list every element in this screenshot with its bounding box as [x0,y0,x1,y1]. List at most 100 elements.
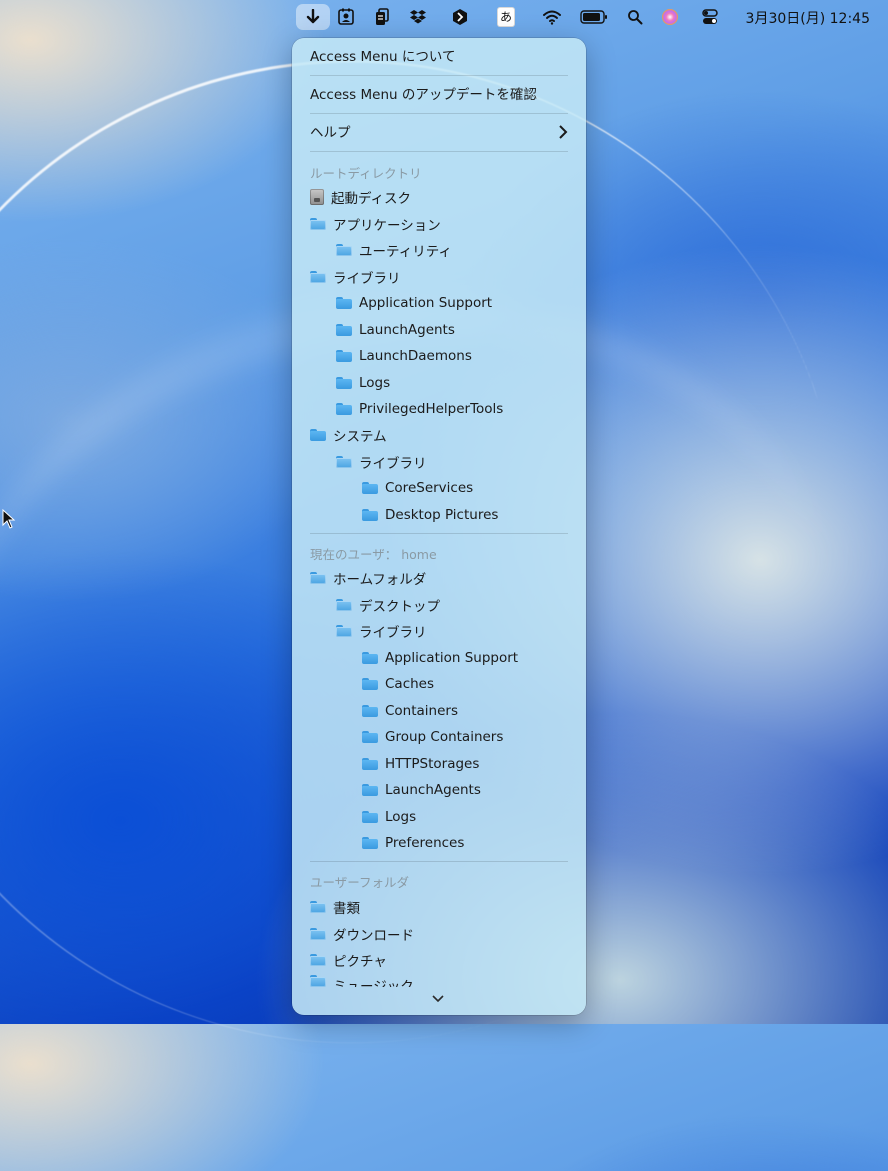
application-support-item[interactable]: Application Support [336,292,492,314]
utilities-item[interactable]: ユーティリティ [336,239,452,261]
downloads-item[interactable]: ダウンロード [310,923,414,945]
menu-separator [310,75,568,76]
launch-agents-item[interactable]: LaunchAgents [336,319,455,341]
preferences-item[interactable]: Preferences [362,832,464,854]
control-center-icon[interactable] [701,8,719,26]
wifi-icon[interactable] [541,8,563,26]
core-services-item[interactable]: CoreServices [362,477,473,499]
contacts-icon[interactable] [337,8,355,26]
library-folder-icon [310,271,326,283]
documents-item[interactable]: 書類 [310,896,360,918]
system-library-item[interactable]: ライブラリ [336,451,427,473]
current-user-header: 現在のユーザ： home [310,547,437,562]
root-directory-header: ルートディレクトリ [310,166,422,181]
folder-icon [336,377,352,389]
menu-item-label: Caches [385,676,435,692]
menu-item-label: ライブラリ [333,271,401,287]
user-application-support-item[interactable]: Application Support [362,647,518,669]
folder-icon [336,324,352,336]
menu-item-label: ライブラリ [359,456,427,472]
user-library-item[interactable]: ライブラリ [336,620,427,642]
menu-separator [310,533,568,534]
folder-icon [362,758,378,770]
download-arrow-icon[interactable] [296,4,330,30]
menu-item-label: LaunchAgents [359,322,455,338]
scroll-down-chevron-icon[interactable] [431,992,445,1007]
menu-item-label: LaunchAgents [385,782,481,798]
containers-item[interactable]: Containers [362,700,458,722]
siri-icon[interactable] [661,8,679,26]
menu-item-label: システム [333,429,387,445]
menu-item-label: LaunchDaemons [359,348,472,364]
user-launch-agents-item[interactable]: LaunchAgents [362,779,481,801]
hexagon-app-icon[interactable] [451,8,469,26]
folder-icon [362,509,378,521]
search-icon[interactable] [626,8,644,26]
menu-item-label: 起動ディスク [331,191,412,207]
menubar-clock[interactable]: 3月30日(月) 12:45 [746,8,870,28]
pictures-item[interactable]: ピクチャ [310,949,387,971]
downloads-folder-icon [310,928,326,940]
caches-item[interactable]: Caches [362,673,434,695]
documents-folder-icon [310,901,326,913]
menu-item-label: 書類 [333,901,360,917]
menu-item-label: Application Support [385,650,519,666]
home-folder-item[interactable]: ホームフォルダ [310,567,426,589]
applications-folder-icon [310,218,326,230]
system-item[interactable]: システム [310,424,387,446]
music-item[interactable]: ミュージック [310,975,414,987]
access-menu-dropdown: Access Menu について Access Menu のアップデートを確認 … [292,38,586,1015]
folder-icon [336,297,352,309]
menu-separator [310,861,568,862]
applications-item[interactable]: アプリケーション [310,213,441,235]
menu-bar: あ 3月30日(月) 12:45 [0,0,888,34]
desktop-pictures-item[interactable]: Desktop Pictures [362,504,498,526]
menu-item-label: ユーティリティ [359,244,452,260]
menu-item-label: アプリケーション [333,218,441,234]
menu-item-label: Group Containers [385,729,504,745]
menu-item-label: HTTPStorages [385,756,480,772]
menu-separator [310,113,568,114]
menu-item-label: ライブラリ [359,625,427,641]
input-method-label: あ [497,7,515,27]
privileged-helper-tools-item[interactable]: PrivilegedHelperTools [336,398,503,420]
menu-item-label: Logs [359,375,391,391]
menu-item-label: ミュージック [333,979,414,987]
folder-icon [310,429,326,441]
battery-icon[interactable] [580,8,608,26]
menu-item-label: CoreServices [385,480,474,496]
desktop-folder-icon [336,599,352,611]
input-method-icon[interactable]: あ [497,7,515,27]
menu-item-label: ダウンロード [333,928,414,944]
user-folders-header: ユーザーフォルダ [310,875,410,890]
menu-item-label: Desktop Pictures [385,507,499,523]
folder-icon [362,652,378,664]
folder-icon [336,350,352,362]
menu-item-label: Preferences [385,835,465,851]
menu-item-label: Logs [385,809,417,825]
pictures-folder-icon [310,954,326,966]
about-menu-item[interactable]: Access Menu について [310,48,455,66]
help-menu-item[interactable]: ヘルプ [310,124,351,142]
library-folder-icon [336,625,352,637]
utilities-folder-icon [336,244,352,256]
startup-disk-item[interactable]: 起動ディスク [310,186,411,208]
logs-item[interactable]: Logs [336,372,390,394]
menu-item-label: Containers [385,703,459,719]
folder-icon [362,837,378,849]
group-containers-item[interactable]: Group Containers [362,726,503,748]
menu-item-label: ホームフォルダ [333,572,427,588]
dropbox-icon[interactable] [409,8,427,26]
library-item[interactable]: ライブラリ [310,266,401,288]
folder-icon [362,731,378,743]
launch-daemons-item[interactable]: LaunchDaemons [336,345,472,367]
menu-item-label: デスクトップ [359,599,440,615]
desktop-item[interactable]: デスクトップ [336,594,440,616]
clipboard-icon[interactable] [373,8,391,26]
chevron-right-icon [558,124,568,143]
check-update-menu-item[interactable]: Access Menu のアップデートを確認 [310,86,537,104]
folder-icon [362,482,378,494]
user-logs-item[interactable]: Logs [362,806,416,828]
http-storages-item[interactable]: HTTPStorages [362,753,479,775]
mouse-cursor-icon [2,508,16,534]
